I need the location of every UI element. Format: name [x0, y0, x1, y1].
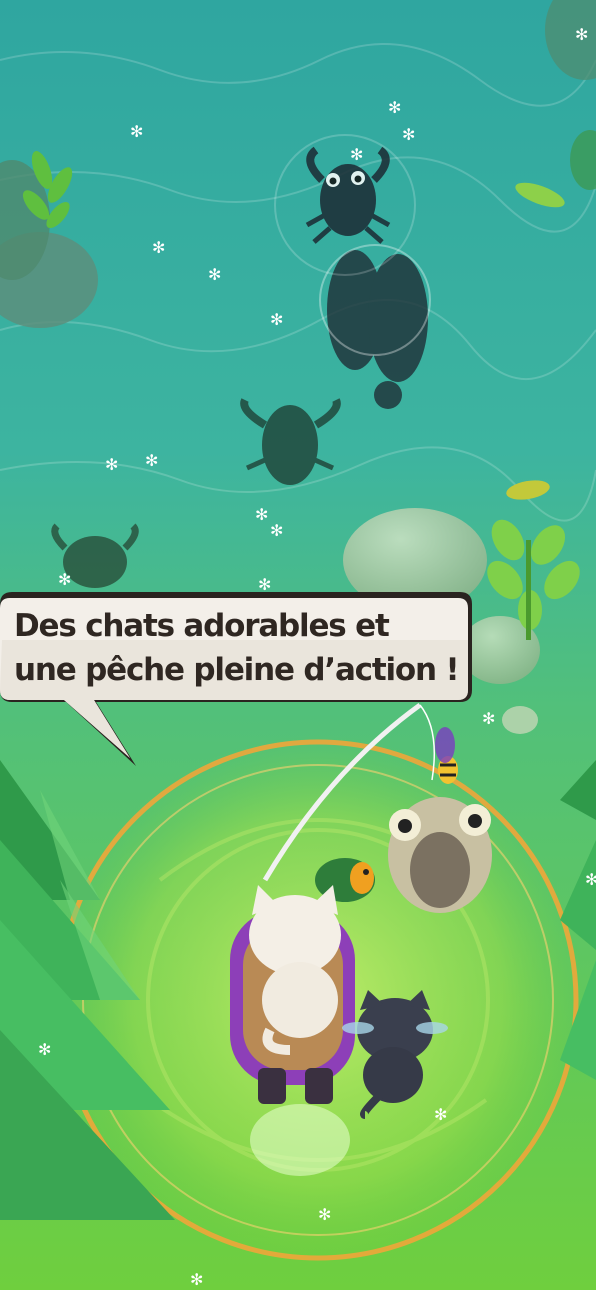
svg-text:✻: ✻: [145, 451, 158, 470]
svg-text:✻: ✻: [130, 122, 143, 141]
svg-text:✻: ✻: [258, 575, 271, 594]
svg-text:✻: ✻: [58, 570, 71, 589]
puffer-fish: [388, 797, 492, 913]
svg-text:✻: ✻: [575, 25, 588, 44]
promo-line-1: Des chats adorables et: [14, 608, 390, 644]
rock: [502, 706, 538, 734]
boat-wake: [250, 1104, 350, 1176]
svg-text:✻: ✻: [318, 1205, 331, 1224]
svg-text:✻: ✻: [482, 709, 495, 728]
svg-text:✻: ✻: [190, 1270, 203, 1289]
svg-text:✻: ✻: [402, 125, 415, 144]
promo-text: Des chats adorables et une pêche pleine …: [14, 604, 474, 692]
promo-line-2: une pêche pleine d’action !: [14, 652, 460, 688]
svg-text:✻: ✻: [350, 145, 363, 164]
game-scene[interactable]: ✻ ✻ ✻ ✻ ✻ ✻ ✻ ✻ ✻ ✻ ✻ ✻ ✻ ✻ ✻ ✻ ✻ ✻ ✻ ✻ Des chats ado…: [0, 0, 596, 1290]
svg-text:✻: ✻: [105, 455, 118, 474]
svg-text:✻: ✻: [388, 98, 401, 117]
svg-text:✻: ✻: [270, 521, 283, 540]
svg-text:✻: ✻: [434, 1105, 447, 1124]
svg-text:✻: ✻: [270, 310, 283, 329]
svg-text:✻: ✻: [255, 505, 268, 524]
svg-text:✻: ✻: [38, 1040, 51, 1059]
svg-text:✻: ✻: [585, 870, 596, 889]
svg-text:✻: ✻: [152, 238, 165, 257]
svg-text:✻: ✻: [208, 265, 221, 284]
